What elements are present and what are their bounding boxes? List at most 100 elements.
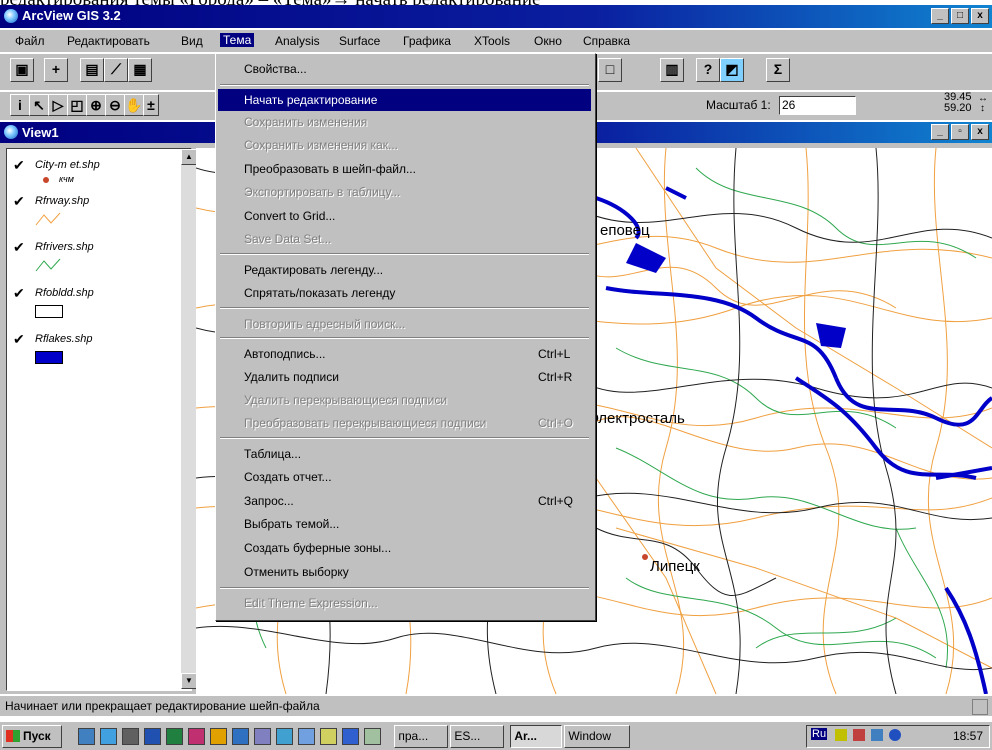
view-close-button[interactable]: x [971, 124, 989, 140]
measure-tool[interactable]: ± [143, 94, 159, 116]
visibility-checkbox[interactable]: ✔ [13, 285, 25, 302]
menu-item-redo-geocode: Повторить адресный поиск... [244, 317, 406, 331]
tray-app-icon[interactable] [871, 729, 883, 741]
polygon-symbol-icon [35, 305, 63, 318]
statistics-button[interactable]: Σ [766, 58, 790, 82]
menu-item-edit-legend[interactable]: Редактировать легенду... [218, 259, 591, 281]
map-tool-button[interactable]: ◩ [720, 58, 744, 82]
identify-tool[interactable]: i [10, 94, 30, 116]
tray-app-icon[interactable] [889, 729, 901, 741]
app-title: ArcView GIS 3.2 [22, 8, 121, 23]
resize-grip-icon[interactable] [972, 699, 988, 715]
menu-theme[interactable]: Тема [220, 33, 255, 47]
menu-xtools[interactable]: XTools [474, 34, 510, 48]
quicklaunch-icon[interactable] [364, 728, 381, 745]
menu-item-table[interactable]: Таблица... [218, 443, 591, 465]
menu-item-start-editing[interactable]: Начать редактирование [218, 89, 591, 111]
save-project-button[interactable]: ▣ [10, 58, 34, 82]
line-symbol-icon [35, 258, 61, 272]
visibility-checkbox[interactable]: ✔ [13, 157, 25, 174]
menu-surface[interactable]: Surface [339, 34, 380, 48]
visibility-checkbox[interactable]: ✔ [13, 331, 25, 348]
menu-item-toggle-legend[interactable]: Спрятать/показать легенду [218, 282, 591, 304]
quicklaunch-icon[interactable] [144, 728, 161, 745]
menu-item-save-edits: Сохранить изменения [244, 115, 368, 129]
task-button-pra[interactable]: пра... [394, 725, 448, 748]
menu-item-convert-to-shapefile[interactable]: Преобразовать в шейп-файл... [218, 158, 591, 180]
menu-file[interactable]: Файл [15, 34, 45, 48]
quicklaunch-icon[interactable] [100, 728, 117, 745]
minimize-button[interactable]: _ [931, 8, 949, 24]
menu-analysis[interactable]: Analysis [275, 34, 320, 48]
menu-item-create-report[interactable]: Создать отчет... [218, 466, 591, 488]
visibility-checkbox[interactable]: ✔ [13, 193, 25, 210]
menu-graphics[interactable]: Графика [403, 34, 451, 48]
quicklaunch-icon[interactable] [122, 728, 139, 745]
menu-separator [220, 437, 589, 439]
theme-properties-button[interactable]: ▤ [80, 58, 104, 82]
close-button[interactable]: x [971, 8, 989, 24]
app-title-bar[interactable]: ArcView GIS 3.2 _ □ x [0, 5, 992, 28]
quicklaunch-icon[interactable] [276, 728, 293, 745]
menu-item-clear-selection[interactable]: Отменить выборку [218, 561, 591, 583]
zoom-out-tool[interactable]: ⊖ [105, 94, 125, 116]
lake-shape [816, 323, 846, 348]
start-button[interactable]: Пуск [2, 725, 62, 748]
pan-hand-tool[interactable]: ✋ [124, 94, 144, 116]
quicklaunch-icon[interactable] [166, 728, 183, 745]
volume-icon[interactable] [835, 729, 847, 741]
menu-item-autolabel[interactable]: Автоподпись... Ctrl+L [218, 343, 591, 365]
histogram-button[interactable]: ▥ [660, 58, 684, 82]
select-feature-tool[interactable]: ◰ [67, 94, 87, 116]
y-arrows-icon: ↕ [980, 103, 985, 114]
quicklaunch-icon[interactable] [232, 728, 249, 745]
city-label-elektrostal: Электросталь [588, 410, 685, 427]
windows-logo-icon [6, 730, 20, 742]
quicklaunch-icon[interactable] [342, 728, 359, 745]
scroll-up-button[interactable]: ▲ [181, 149, 197, 165]
windows-taskbar: Пуск пра... ES... Ar... Window Ru 18:57 [0, 721, 992, 750]
quicklaunch-icon[interactable] [210, 728, 227, 745]
quicklaunch-icon[interactable] [78, 728, 95, 745]
menu-item-properties[interactable]: Свойства... [218, 58, 591, 80]
tray-app-icon[interactable] [853, 729, 865, 741]
menu-window[interactable]: Окно [534, 34, 562, 48]
open-table-button[interactable]: ▦ [128, 58, 152, 82]
task-button-arcview[interactable]: Ar... [510, 725, 562, 748]
menu-help[interactable]: Справка [583, 34, 630, 48]
coord-y: 59.20 [944, 102, 972, 114]
menu-separator [220, 587, 589, 589]
quicklaunch-icon[interactable] [298, 728, 315, 745]
menu-item-query[interactable]: Запрос... Ctrl+Q [218, 490, 591, 512]
menu-view[interactable]: Вид [181, 34, 203, 48]
toc-scrollbar[interactable]: ▲ ▼ [181, 149, 197, 689]
city-point-lipetsk[interactable] [642, 554, 648, 560]
theme-dropdown-menu: Свойства... Начать редактирование Сохран… [215, 53, 596, 621]
menu-item-convert-to-grid[interactable]: Convert to Grid... [218, 205, 591, 227]
menu-item-save-edits-as: Сохранить изменения как... [244, 138, 398, 152]
quicklaunch-icon[interactable] [188, 728, 205, 745]
select-all-button[interactable]: □ [598, 58, 622, 82]
add-theme-button[interactable]: + [44, 58, 68, 82]
task-button-es[interactable]: ES... [450, 725, 504, 748]
maximize-button[interactable]: □ [951, 8, 969, 24]
view-minimize-button[interactable]: _ [931, 124, 949, 140]
menu-item-export-table: Экспортировать в таблицу... [244, 185, 401, 199]
view-restore-button[interactable]: ▫ [951, 124, 969, 140]
visibility-checkbox[interactable]: ✔ [13, 239, 25, 256]
quicklaunch-icon[interactable] [254, 728, 271, 745]
edit-legend-button[interactable]: ⟋ [104, 58, 128, 82]
scroll-down-button[interactable]: ▼ [181, 673, 197, 689]
language-indicator[interactable]: Ru [811, 728, 828, 740]
menu-item-remove-labels[interactable]: Удалить подписи Ctrl+R [218, 366, 591, 388]
scale-input[interactable]: 26 [779, 96, 856, 115]
menu-edit[interactable]: Редактировать [67, 34, 150, 48]
menu-item-select-by-theme[interactable]: Выбрать темой... [218, 513, 591, 535]
vertex-edit-tool[interactable]: ▷ [48, 94, 68, 116]
task-button-window[interactable]: Window [564, 725, 630, 748]
zoom-in-tool[interactable]: ⊕ [86, 94, 106, 116]
quicklaunch-icon[interactable] [320, 728, 337, 745]
menu-item-create-buffers[interactable]: Создать буферные зоны... [218, 537, 591, 559]
help-pointer-button[interactable]: ? [696, 58, 720, 82]
pointer-tool[interactable]: ↖ [29, 94, 49, 116]
